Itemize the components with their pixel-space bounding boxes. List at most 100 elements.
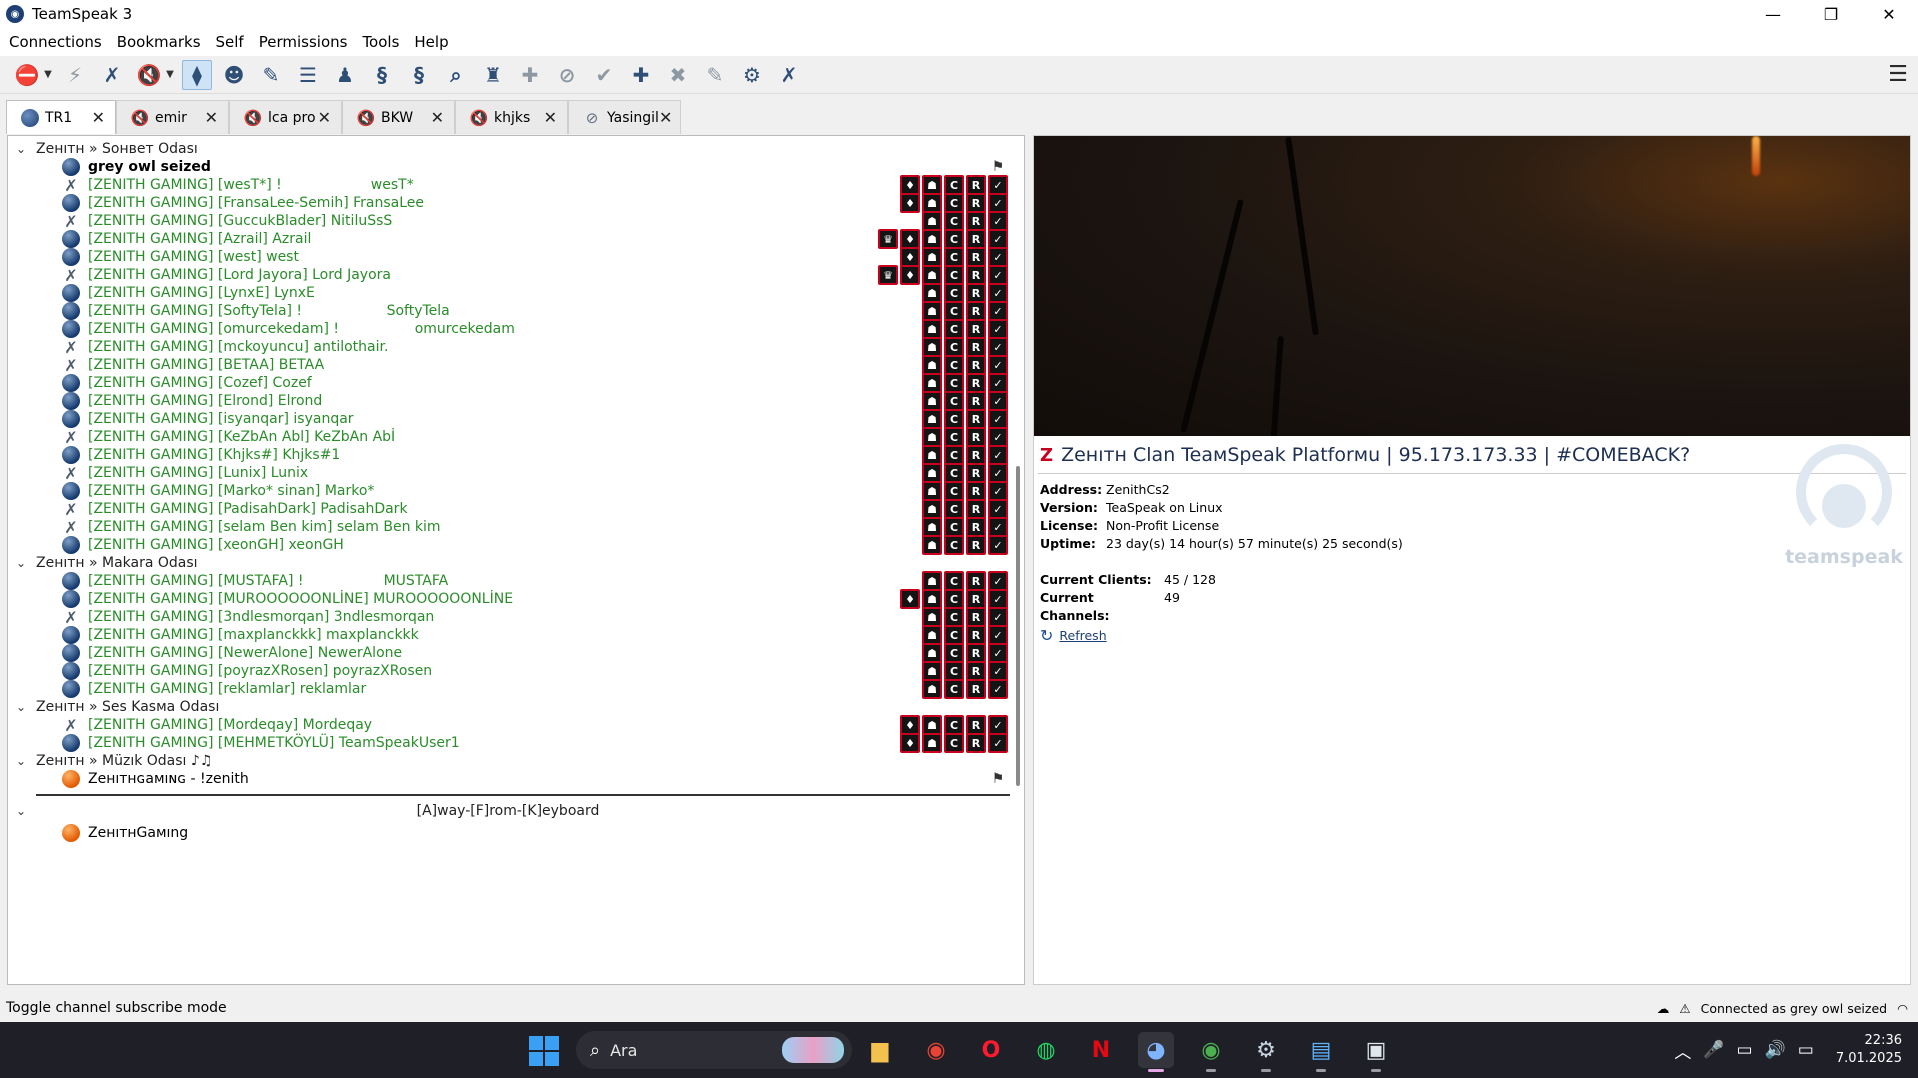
tab-yasingil[interactable]: ⊘ Yasingil ✕ [568, 100, 681, 134]
menu-self[interactable]: Self [211, 33, 249, 51]
ban-list-icon[interactable]: ☰ [293, 60, 323, 90]
permissions-icon[interactable]: § [367, 60, 397, 90]
server-groups-icon[interactable]: ♟ [330, 60, 360, 90]
expand-chevron-icon[interactable]: ⌄ [14, 700, 28, 714]
client-name: [ZENITH GAMING] [Lord Jayora] Lord Jayor… [88, 267, 391, 283]
expand-chevron-icon[interactable]: ⌄ [14, 142, 28, 156]
layout-toggle-icon[interactable]: ☰ [1884, 60, 1912, 88]
chevron-up-icon[interactable]: ︿ [1674, 1038, 1691, 1063]
server-banner-image [1034, 136, 1910, 436]
delete-channel-icon[interactable]: ✖ [663, 60, 693, 90]
channel-name: [A]way-[F]rom-[K]eyboard [416, 803, 600, 819]
opera-icon[interactable]: O [973, 1032, 1009, 1068]
close-tab-icon[interactable]: ✕ [318, 108, 331, 127]
tab-lca-pro[interactable]: 🔇 lca pro ✕ [229, 100, 342, 134]
system-tray: ︿ 🎤 ▭ 🔊 ▭ 22:36 7.01.2025 [1674, 1022, 1918, 1078]
client-row[interactable]: ZeнıтнGaмıng [8, 822, 1008, 844]
scroll-thumb[interactable] [1016, 466, 1020, 786]
menu-connections[interactable]: Connections [4, 33, 107, 51]
tab-khjks[interactable]: 🔇 khjks ✕ [455, 100, 568, 134]
battery-icon[interactable]: ▭ [1798, 1040, 1814, 1060]
tab-tr1[interactable]: TR1 ✕ [6, 100, 116, 134]
channel-tree[interactable]: ⌄ Zeнıтн » Sонвет Odası grey owl seized ⚑ ✗[… [7, 135, 1025, 985]
client-name: [ZENITH GAMING] [3ndlesmorqan] 3ndlesmor… [88, 609, 435, 625]
connect-dropdown-icon[interactable]: ▼ [43, 60, 53, 90]
teamspeak-app-icon: ◉ [6, 5, 24, 23]
away-toggle-icon[interactable]: ✗ [774, 60, 804, 90]
menu-tools[interactable]: Tools [357, 33, 404, 51]
client-row[interactable]: Zeнıтнɢaмıɴɢ - !zenith ⚑ [8, 768, 1008, 790]
clock[interactable]: 22:36 7.01.2025 [1836, 1032, 1902, 1068]
chrome-profile-icon[interactable]: ◉ [1193, 1032, 1229, 1072]
check-icon[interactable]: ✔ [589, 60, 619, 90]
window-title: TeamSpeak 3 [32, 5, 133, 23]
server-license: Non-Profit License [1106, 518, 1220, 533]
mute-microphone-icon[interactable]: ✗ [97, 60, 127, 90]
server-version: TeaSpeak on Linux [1106, 500, 1223, 515]
menu-permissions[interactable]: Permissions [254, 33, 353, 51]
away-dropdown-icon[interactable]: ▼ [165, 60, 175, 90]
close-window-icon[interactable]: ✕ [1860, 0, 1918, 28]
close-tab-icon[interactable]: ✕ [659, 108, 672, 127]
client-name: [ZENITH GAMING] [mckoyuncu] antilothair. [88, 339, 389, 355]
toggle-subscribe-icon[interactable]: ⧫ [182, 59, 212, 90]
expand-chevron-icon[interactable]: ⌄ [14, 754, 28, 768]
channel-name: Zeнıтн » Sонвет Odası [36, 141, 198, 157]
spotify-icon[interactable]: ◍ [1028, 1032, 1064, 1068]
client-list-icon[interactable]: ♜ [478, 60, 508, 90]
settings-icon[interactable]: ⚙ [737, 60, 767, 90]
close-tab-icon[interactable]: ✕ [205, 108, 218, 127]
client-name: [ZENITH GAMING] [FransaLee-Semih] Fransa… [88, 195, 425, 211]
close-tab-icon[interactable]: ✕ [92, 108, 105, 127]
contacts-icon[interactable]: ☻ [219, 60, 249, 90]
start-button[interactable] [529, 1036, 559, 1066]
remove-client-icon[interactable]: ⊘ [552, 60, 582, 90]
connected-icon [21, 108, 39, 127]
display-icon[interactable]: ▭ [1737, 1040, 1753, 1060]
create-channel-icon[interactable]: ✚ [626, 60, 656, 90]
chrome-icon[interactable]: ◉ [918, 1032, 954, 1068]
client-name: [ZENITH GAMING] [MEHMETKÖYLÜ] TeamSpeakU… [88, 735, 460, 751]
volume-icon[interactable]: 🔊 [1765, 1040, 1786, 1060]
steam-icon[interactable]: ⚙ [1248, 1032, 1284, 1072]
client-name: [ZENITH GAMING] [PadisahDark] PadisahDar… [88, 501, 408, 517]
netflix-icon[interactable]: N [1083, 1032, 1119, 1068]
minimize-icon[interactable]: — [1744, 0, 1802, 28]
client-name: [ZENITH GAMING] [reklamlar] reklamlar [88, 681, 367, 697]
window-app-icon[interactable]: ▣ [1358, 1032, 1394, 1072]
edit-channel-icon[interactable]: ✎ [700, 60, 730, 90]
close-tab-icon[interactable]: ✕ [431, 108, 444, 127]
window-controls: — ❐ ✕ [1744, 0, 1918, 28]
client-name: [ZENITH GAMING] [west] west [88, 249, 299, 265]
add-client-icon[interactable]: ✚ [515, 60, 545, 90]
refresh-link[interactable]: ↻ Refresh [1040, 626, 1107, 645]
query-icon[interactable]: ⌕ [441, 60, 471, 90]
client-name: [ZENITH GAMING] [NewerAlone] NewerAlone [88, 645, 403, 661]
menu-bookmarks[interactable]: Bookmarks [112, 33, 206, 51]
maximize-icon[interactable]: ❐ [1802, 0, 1860, 28]
tree-scrollbar[interactable] [1010, 136, 1024, 984]
disconnect-icon[interactable]: ⚡ [60, 60, 90, 90]
taskbar-search[interactable]: ⌕ Ara [576, 1031, 852, 1069]
channel-name: Zeнıтн » Ses Kasмa Odası [36, 699, 220, 715]
search-highlight-image [782, 1037, 844, 1063]
channel-groups-icon[interactable]: § [404, 60, 434, 90]
client-name: [ZENITH GAMING] [Cozef] Cozef [88, 375, 312, 391]
microphone-icon[interactable]: 🎤 [1703, 1040, 1724, 1060]
menu-bar: Connections Bookmarks Self Permissions T… [0, 28, 1918, 56]
client-badges: ⚑ [986, 769, 1008, 789]
channel-row[interactable]: ⌄ [A]way-[F]rom-[K]eyboard [8, 800, 1008, 822]
tab-bkw[interactable]: 🔇 BKW ✕ [342, 100, 455, 134]
teamspeak-taskbar-icon[interactable]: ◕ [1138, 1032, 1174, 1072]
connect-icon[interactable]: ⛔ [12, 60, 42, 90]
divider [1038, 473, 1906, 474]
server-uptime: 23 day(s) 14 hour(s) 57 minute(s) 25 sec… [1106, 536, 1403, 551]
menu-help[interactable]: Help [409, 33, 453, 51]
tab-emir[interactable]: 🔇 emir ✕ [116, 100, 229, 134]
whisper-icon[interactable]: ✎ [256, 60, 286, 90]
mute-speakers-icon[interactable]: 🔇 [134, 60, 164, 90]
expand-chevron-icon[interactable]: ⌄ [14, 556, 28, 570]
close-tab-icon[interactable]: ✕ [544, 108, 557, 127]
file-explorer-icon[interactable]: ▆ [862, 1032, 898, 1068]
notepad-icon[interactable]: ▤ [1303, 1032, 1339, 1072]
